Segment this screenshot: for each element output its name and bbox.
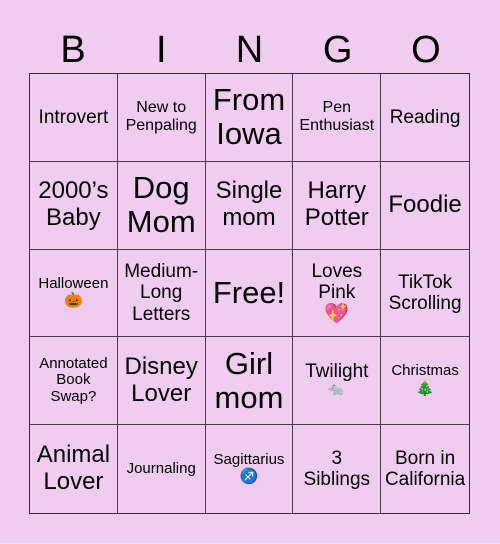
cell-label: Born in California xyxy=(384,447,466,491)
bingo-header: B I N G O xyxy=(29,28,470,72)
bingo-cell[interactable]: Christmas 🎄 xyxy=(381,337,469,426)
cell-label: Pen Enthusiast xyxy=(299,99,375,135)
bingo-cell[interactable]: Single mom xyxy=(205,161,294,250)
cell-label: Halloween xyxy=(38,274,109,292)
bingo-cell[interactable]: Annotated Book Swap? xyxy=(30,337,118,426)
cell-label: Animal Lover xyxy=(36,441,111,496)
bingo-card: Introvert New to Penpaling From Iowa Pen… xyxy=(29,73,470,514)
cell-label: Disney Lover xyxy=(124,352,198,407)
bingo-cell[interactable]: From Iowa xyxy=(205,74,294,162)
header-letter-g: G xyxy=(322,29,353,71)
cell-label: Journaling xyxy=(126,459,196,477)
bingo-cell[interactable]: 3 Siblings xyxy=(293,425,382,513)
bingo-cell[interactable]: Twilight 🐀 xyxy=(293,337,382,426)
bingo-cell[interactable]: Foodie xyxy=(381,162,469,250)
cell-label: Annotated Book Swap? xyxy=(39,354,108,406)
bingo-cell[interactable]: Disney Lover xyxy=(117,337,206,426)
bingo-cell[interactable]: Halloween 🎃 xyxy=(30,249,118,338)
cell-label: Christmas xyxy=(391,362,459,380)
header-letter-i: I xyxy=(156,29,167,71)
bingo-cell[interactable]: Girl mom xyxy=(205,337,294,426)
jack-o-lantern-icon: 🎃 xyxy=(64,292,83,310)
sparkling-heart-icon: 💖 xyxy=(324,303,350,326)
christmas-tree-icon: 🎄 xyxy=(415,380,435,398)
cell-label: Dog Mom xyxy=(126,170,196,240)
free-space[interactable]: Free! xyxy=(205,249,294,338)
bingo-cell[interactable]: Journaling xyxy=(118,425,206,513)
cell-label: New to Penpaling xyxy=(125,99,197,135)
bingo-cell[interactable]: Introvert xyxy=(30,74,118,162)
bingo-cell[interactable]: Harry Potter xyxy=(293,161,382,250)
cell-label: 2000’s Baby xyxy=(38,177,109,232)
sagittarius-icon: ♐ xyxy=(239,468,259,486)
cell-label: Girl mom xyxy=(214,345,284,415)
cell-label: 3 Siblings xyxy=(303,447,371,491)
cell-label: Foodie xyxy=(388,190,462,218)
rat-icon: 🐀 xyxy=(327,382,347,400)
free-space-label: Free! xyxy=(212,274,286,310)
cell-label: Loves Pink xyxy=(311,260,363,303)
cell-label: Reading xyxy=(389,106,461,128)
cell-label: From Iowa xyxy=(212,82,286,152)
bingo-cell[interactable]: Reading xyxy=(381,74,469,162)
bingo-cell[interactable]: 2000’s Baby xyxy=(30,161,118,250)
cell-label: Single mom xyxy=(215,177,283,232)
cell-label: Twilight xyxy=(305,361,369,383)
cell-label: TikTok Scrolling xyxy=(388,271,462,314)
bingo-cell[interactable]: Loves Pink 💖 xyxy=(293,249,382,338)
bingo-cell[interactable]: Pen Enthusiast xyxy=(293,74,382,162)
cell-label: Medium- Long Letters xyxy=(124,261,199,325)
bingo-cell[interactable]: Animal Lover xyxy=(30,425,118,513)
cell-label: Sagittarius xyxy=(213,450,285,468)
bingo-cell[interactable]: Born in California xyxy=(381,425,469,513)
bingo-cell[interactable]: Sagittarius ♐ xyxy=(206,425,294,513)
header-letter-n: N xyxy=(235,29,264,71)
cell-label: Harry Potter xyxy=(304,177,369,232)
header-letter-b: B xyxy=(60,29,86,71)
bingo-cell[interactable]: New to Penpaling xyxy=(117,74,206,162)
cell-label: Introvert xyxy=(38,106,109,128)
bingo-cell[interactable]: Dog Mom xyxy=(117,161,206,250)
header-letter-o: O xyxy=(411,29,441,71)
bingo-cell[interactable]: Medium- Long Letters xyxy=(117,249,206,338)
bingo-cell[interactable]: TikTok Scrolling xyxy=(381,250,469,338)
